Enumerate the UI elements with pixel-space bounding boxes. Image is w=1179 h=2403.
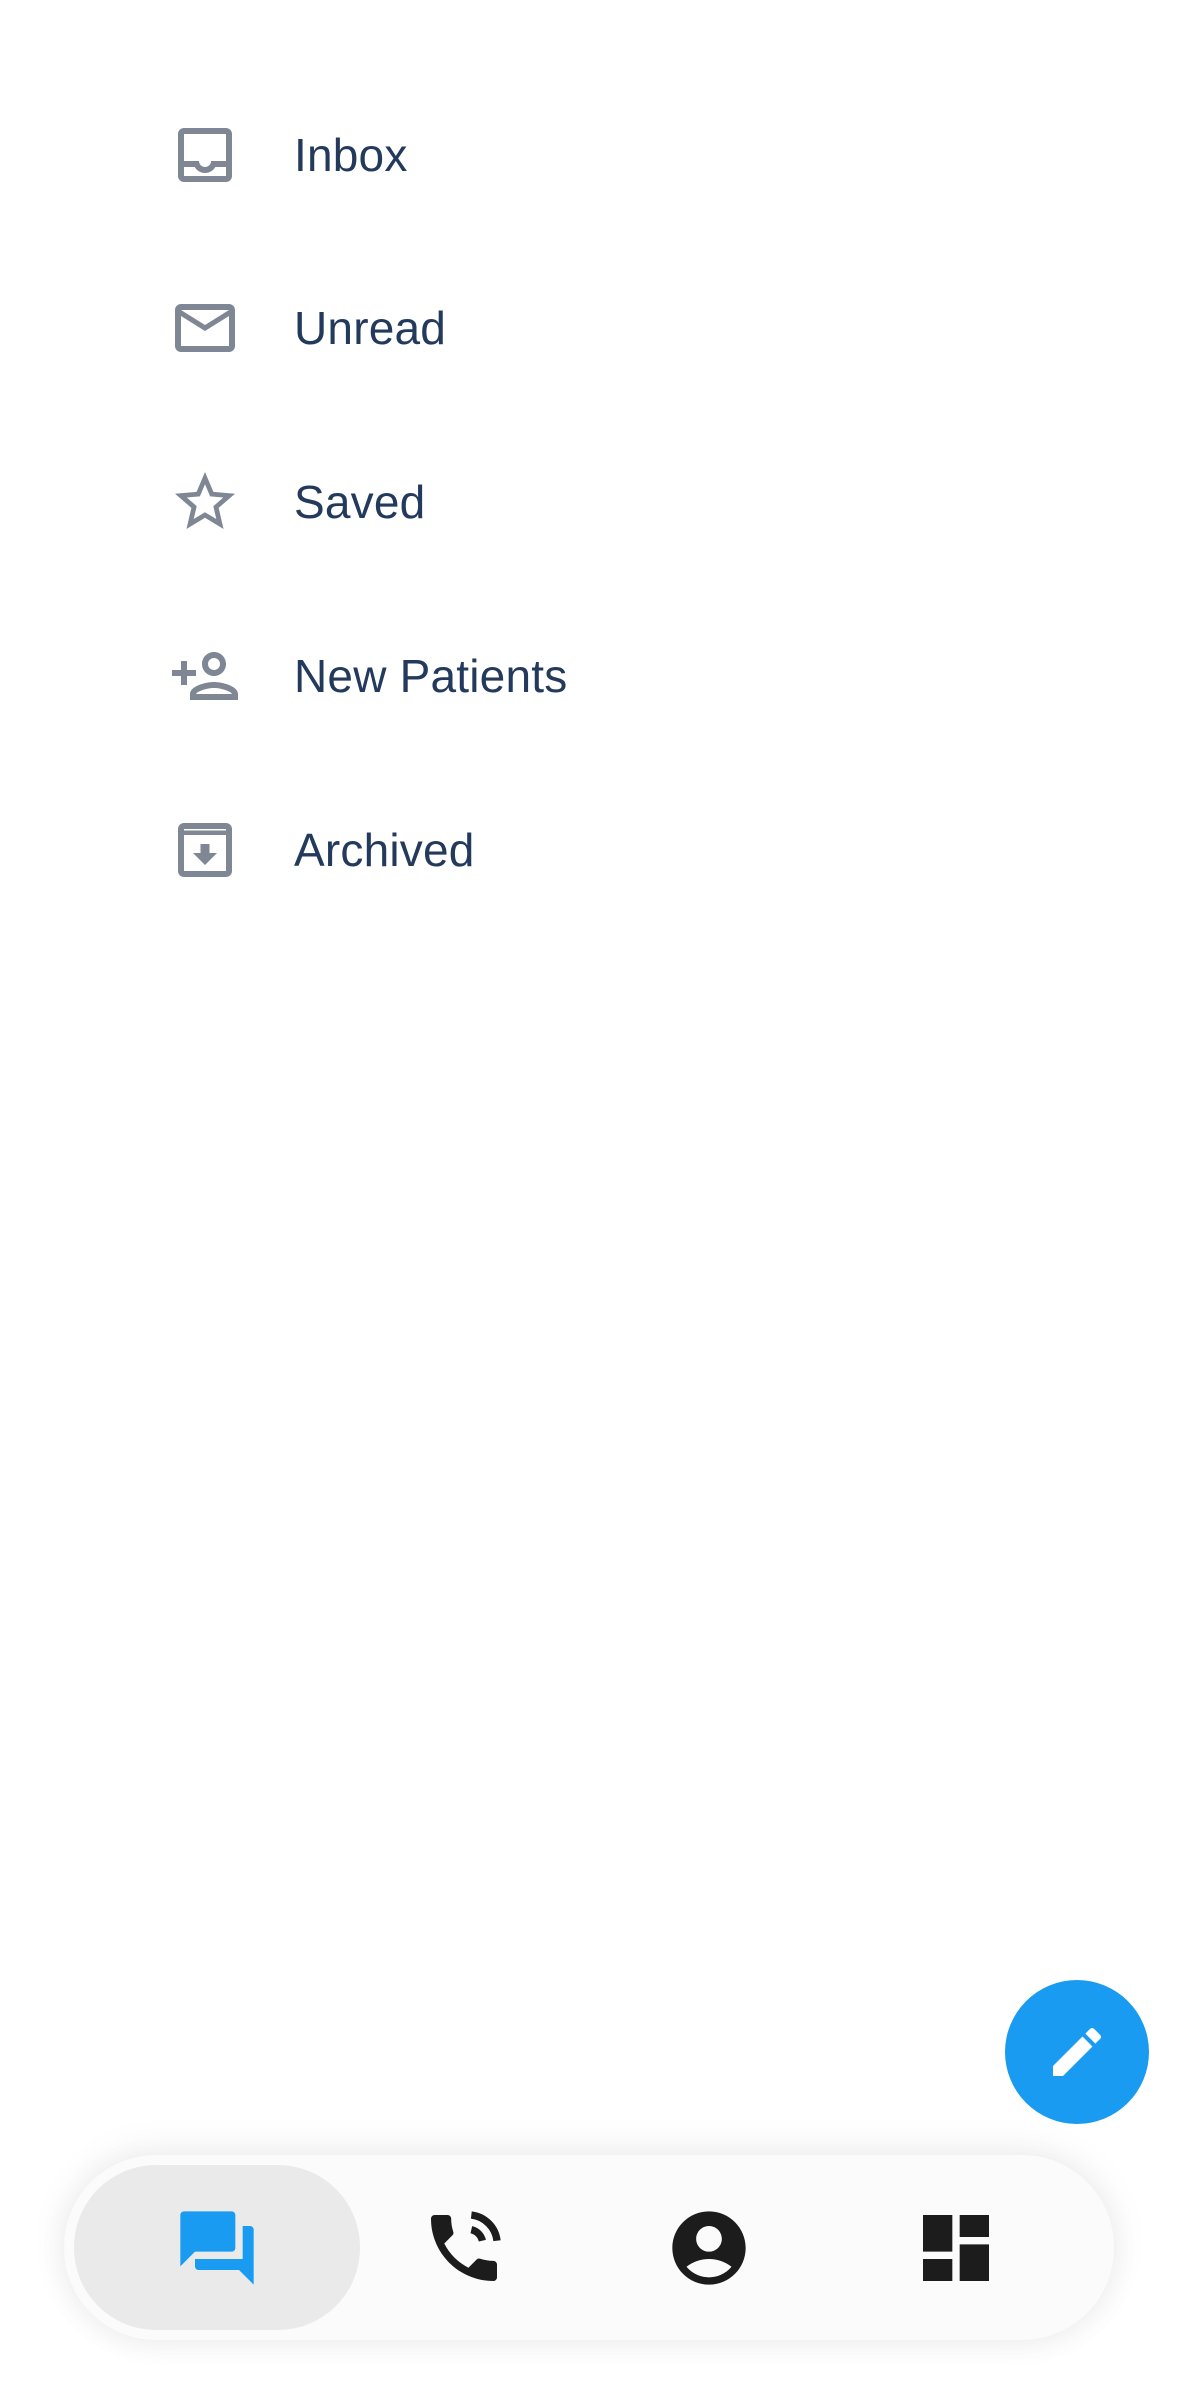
star-icon: [160, 457, 250, 547]
menu-item-label: New Patients: [294, 650, 568, 702]
bottom-navigation: [64, 2155, 1114, 2340]
menu-item-new-patients[interactable]: New Patients: [160, 616, 960, 736]
inbox-icon: [160, 110, 250, 200]
pencil-icon: [1045, 2020, 1109, 2084]
menu-item-label: Unread: [294, 302, 447, 354]
dashboard-icon: [912, 2204, 1000, 2292]
mail-icon: [160, 283, 250, 373]
menu-item-inbox[interactable]: Inbox: [160, 95, 960, 215]
menu-item-label: Archived: [294, 824, 475, 876]
nav-messages[interactable]: [74, 2165, 360, 2330]
person-add-icon: [160, 631, 250, 721]
archive-icon: [160, 805, 250, 895]
phone-callback-icon: [420, 2204, 508, 2292]
compose-button[interactable]: [1005, 1980, 1149, 2124]
menu-item-label: Inbox: [294, 129, 408, 181]
nav-dashboard[interactable]: [836, 2165, 1076, 2330]
menu-item-archived[interactable]: Archived: [160, 790, 960, 910]
chat-icon: [173, 2204, 261, 2292]
menu-item-saved[interactable]: Saved: [160, 442, 960, 562]
account-icon: [665, 2204, 753, 2292]
menu-item-label: Saved: [294, 476, 426, 528]
nav-profile[interactable]: [589, 2165, 829, 2330]
nav-calls[interactable]: [344, 2165, 584, 2330]
menu-item-unread[interactable]: Unread: [160, 268, 960, 388]
